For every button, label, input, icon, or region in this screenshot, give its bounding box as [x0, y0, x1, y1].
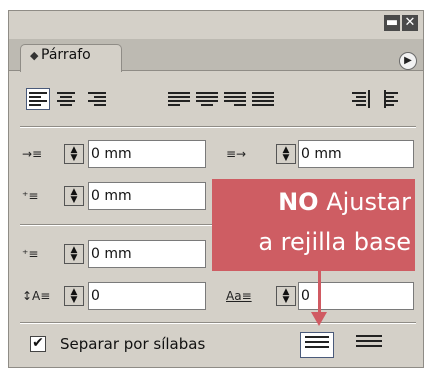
drop-cap-lines-field[interactable]: 0 [88, 282, 206, 310]
do-not-align-to-baseline-grid-button[interactable] [300, 332, 334, 358]
divider-highlight [20, 127, 416, 128]
align-center-button[interactable] [54, 90, 78, 108]
justify-right-button[interactable] [224, 90, 248, 108]
space-before-stepper[interactable]: ▲ ▼ [64, 244, 84, 264]
annotation-line-2: a rejilla base [258, 228, 411, 256]
divider-highlight [20, 225, 212, 226]
drop-cap-lines-icon: ↕A≡ [22, 289, 51, 303]
right-indent-field[interactable]: 0 mm [298, 140, 414, 168]
align-left-button[interactable] [26, 88, 50, 110]
drop-cap-chars-stepper[interactable]: ▲ ▼ [276, 286, 296, 306]
align-to-baseline-grid-button[interactable] [352, 332, 386, 358]
right-indent-icon: ≡→ [226, 147, 247, 161]
flyout-menu-icon[interactable]: ▶ [399, 52, 417, 70]
left-indent-icon: →≡ [22, 147, 43, 161]
hyphenate-checkbox[interactable]: ✔ [30, 336, 46, 352]
annotation-rest: Ajustar [318, 188, 411, 216]
tab-paragraph-label: Párrafo [41, 47, 91, 63]
annotation-arrow [318, 271, 321, 316]
annotation-bold: NO [278, 188, 319, 216]
divider-highlight [20, 323, 416, 324]
first-line-indent-field[interactable]: 0 mm [88, 182, 206, 210]
space-before-icon: ⁺≡ [22, 247, 39, 261]
drop-cap-lines-stepper[interactable]: ▲ ▼ [64, 286, 84, 306]
annotation-arrow-head [311, 312, 327, 326]
align-away-from-spine-button[interactable] [384, 90, 408, 108]
right-indent-stepper[interactable]: ▲ ▼ [276, 144, 296, 164]
first-line-indent-icon: ⁺≡ [22, 189, 39, 203]
spine-bar-icon-2 [384, 90, 386, 108]
space-before-field[interactable]: 0 mm [88, 240, 206, 268]
annotation-line-1: NO Ajustar [221, 184, 411, 220]
close-button[interactable]: ✕ [402, 15, 418, 31]
align-right-button[interactable] [82, 90, 106, 108]
left-indent-field[interactable]: 0 mm [88, 140, 206, 168]
hyphenate-label: Separar por sílabas [60, 335, 206, 353]
drop-cap-chars-icon: Aa≡ [226, 289, 252, 303]
justify-left-button[interactable] [168, 90, 192, 108]
minimize-button[interactable]: ▬ [384, 15, 400, 31]
first-line-indent-stepper[interactable]: ▲ ▼ [64, 186, 84, 206]
panel-title-bar [9, 11, 423, 39]
left-indent-stepper[interactable]: ▲ ▼ [64, 144, 84, 164]
justify-all-button[interactable] [252, 90, 276, 108]
justify-center-button[interactable] [196, 90, 220, 108]
drop-cap-chars-field[interactable]: 0 [298, 282, 414, 310]
spine-bar-icon [368, 90, 370, 108]
paragraph-panel-icon: ◆ [30, 49, 39, 62]
align-towards-spine-button[interactable] [350, 90, 374, 108]
